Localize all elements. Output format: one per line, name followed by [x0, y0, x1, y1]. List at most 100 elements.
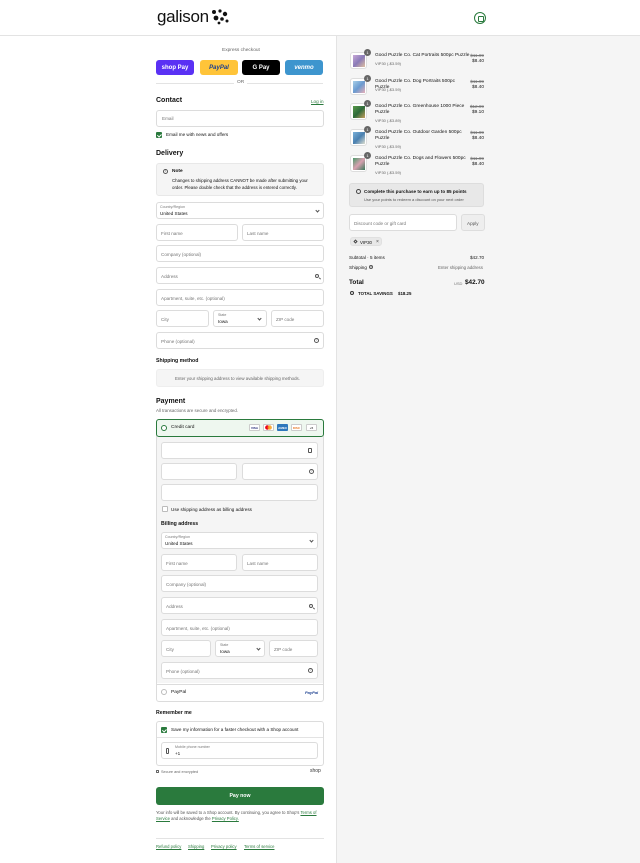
savings-tag-icon — [350, 291, 354, 295]
remove-code-icon[interactable]: × — [376, 239, 379, 245]
last-name-field[interactable]: Last name — [242, 224, 324, 241]
help-icon[interactable]: ? — [309, 469, 314, 474]
pay-now-button[interactable]: Pay now — [156, 787, 324, 805]
city-field[interactable]: City — [156, 310, 209, 327]
privacy-link[interactable]: Privacy Policy. — [212, 816, 239, 821]
tag-icon — [353, 239, 358, 244]
item-old-price: $11.99 — [470, 130, 484, 135]
mobile-prefix: +1 — [175, 751, 181, 756]
legal-text-1: Your info will be saved to a Shop accoun… — [156, 810, 300, 815]
note-title: Note — [172, 169, 183, 174]
amex-icon: AMEX — [277, 424, 288, 431]
delivery-heading: Delivery — [156, 150, 184, 157]
lock-icon — [308, 448, 312, 453]
payment-heading: Payment — [156, 398, 186, 405]
billing-country-select[interactable]: Country/Region United States — [161, 532, 318, 549]
item-discount-tag: VIP30 (-$3.59) — [375, 87, 402, 92]
quantity-badge: 1 — [364, 126, 371, 133]
apartment-field[interactable]: Apartment, suite, etc. (optional) — [156, 289, 324, 306]
phone-field[interactable]: Phone (optional)? — [156, 332, 324, 349]
quantity-badge: 1 — [364, 152, 371, 159]
shipping-link[interactable]: Shipping — [188, 844, 204, 849]
billing-country-value: United States — [165, 541, 193, 546]
name-on-card-field[interactable] — [161, 484, 318, 501]
country-value: United States — [160, 211, 188, 216]
refund-policy-link[interactable]: Refund policy — [156, 844, 181, 849]
brand-logo[interactable]: galison — [157, 7, 209, 27]
country-label: Country/Region — [160, 205, 185, 209]
billing-company-field[interactable]: Company (optional) — [161, 575, 318, 592]
subtotal-label: Subtotal · 5 items — [349, 255, 385, 260]
billing-phone-placeholder: Phone (optional) — [166, 669, 200, 674]
address-field[interactable]: Address — [156, 267, 324, 284]
shipping-method-message: Enter your shipping address to view avai… — [175, 376, 300, 381]
card-number-field[interactable] — [161, 442, 318, 459]
cart-bag-icon[interactable] — [474, 12, 486, 24]
login-link[interactable]: Log in — [311, 99, 324, 104]
item-price: $8.40 — [471, 59, 484, 64]
news-checkbox[interactable] — [156, 132, 162, 138]
chevron-down-icon — [315, 208, 320, 213]
use-shipping-label: Use shipping address as billing address — [171, 507, 252, 512]
zip-field[interactable]: ZIP code — [271, 310, 324, 327]
mobile-label: Mobile phone number — [175, 745, 210, 749]
shop-pay-label: shop Pay — [161, 64, 189, 71]
terms-of-service-link[interactable]: Terms of service — [244, 844, 274, 849]
privacy-policy-link[interactable]: Privacy policy — [211, 844, 237, 849]
help-icon[interactable]: ? — [369, 265, 373, 269]
points-subtitle: Use your points to redeem a discount on … — [364, 197, 464, 202]
last-name-placeholder: Last name — [247, 231, 269, 236]
credit-card-radio[interactable] — [161, 425, 167, 431]
state-select[interactable]: State Iowa — [213, 310, 267, 327]
venmo-button[interactable]: venmo — [285, 60, 323, 75]
save-info-checkbox[interactable] — [161, 727, 167, 733]
item-discount-tag: VIP30 (-$3.89) — [375, 118, 402, 123]
mastercard-icon — [263, 424, 274, 431]
item-discount-tag: VIP30 (-$3.59) — [375, 144, 402, 149]
paypal-option-label: PayPal — [171, 690, 187, 695]
country-select[interactable]: Country/Region United States — [156, 202, 324, 219]
total-label: Total — [349, 279, 364, 286]
billing-state-value: Iowa — [220, 649, 230, 654]
company-field[interactable]: Company (optional) — [156, 245, 324, 262]
billing-address-placeholder: Address — [166, 604, 183, 609]
billing-state-select[interactable]: State Iowa — [215, 640, 265, 657]
apply-button[interactable]: Apply — [461, 214, 485, 231]
shop-pay-button[interactable]: shop Pay — [156, 60, 194, 75]
billing-apartment-field[interactable]: Apartment, suite, etc. (optional) — [161, 619, 318, 636]
item-discount-tag: VIP30 (-$3.59) — [375, 170, 402, 175]
mobile-phone-field[interactable]: Mobile phone number +1 — [161, 742, 318, 759]
item-old-price: $11.99 — [470, 79, 484, 84]
use-shipping-checkbox[interactable] — [162, 506, 168, 512]
discount-code-field[interactable]: Discount code or gift card — [349, 214, 457, 231]
paypal-button[interactable]: PayPal — [200, 60, 238, 75]
paypal-logo-icon: PayPal — [305, 690, 319, 695]
billing-city-field[interactable]: City — [161, 640, 211, 657]
paypal-radio[interactable] — [161, 689, 167, 695]
visa-icon: VISA — [249, 424, 260, 431]
billing-heading: Billing address — [161, 521, 199, 527]
search-icon — [315, 274, 319, 278]
email-field[interactable]: Email — [156, 110, 324, 127]
secure-lock-icon — [156, 770, 159, 773]
billing-zip-field[interactable]: ZIP code — [269, 640, 318, 657]
mobile-phone-icon — [166, 748, 169, 754]
security-code-field[interactable]: ? — [242, 463, 318, 480]
billing-company-placeholder: Company (optional) — [166, 582, 207, 587]
note-box: i Note Changes to shipping address CANNO… — [156, 163, 324, 196]
state-value: Iowa — [218, 319, 228, 324]
pay-now-label: Pay now — [229, 793, 251, 799]
apartment-placeholder: Apartment, suite, etc. (optional) — [161, 296, 225, 301]
help-icon[interactable]: ? — [308, 668, 313, 673]
google-pay-button[interactable]: G Pay — [242, 60, 280, 75]
item-price: $8.40 — [471, 85, 484, 90]
subtotal-value: $42.70 — [470, 255, 485, 260]
billing-first-name-field[interactable]: First name — [161, 554, 237, 571]
billing-address-field[interactable]: Address — [161, 597, 318, 614]
first-name-field[interactable]: First name — [156, 224, 238, 241]
help-icon[interactable]: ? — [314, 338, 319, 343]
expiry-field[interactable] — [161, 463, 237, 480]
billing-phone-field[interactable]: Phone (optional)? — [161, 662, 318, 679]
billing-last-name-field[interactable]: Last name — [242, 554, 318, 571]
payment-subtitle: All transactions are secure and encrypte… — [156, 408, 239, 413]
